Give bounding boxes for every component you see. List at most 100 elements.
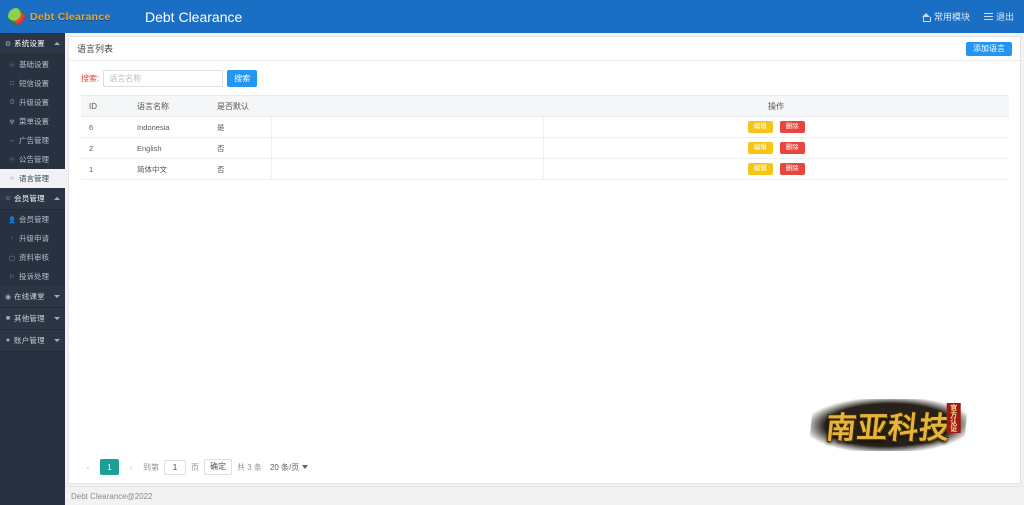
sidebar-item-profile-review[interactable]: ▢ 资料审核 xyxy=(0,248,65,267)
cell-is-default: 是 xyxy=(209,116,272,138)
column-header-operations: 操作 xyxy=(543,95,1009,117)
sidebar-item-sms-settings[interactable]: □ 短信设置 xyxy=(0,74,65,93)
sidebar-item-basic-settings-label: 基础设置 xyxy=(19,60,49,69)
table-row: 2 English 否 编辑 删除 xyxy=(81,137,1009,159)
goto-page-input[interactable] xyxy=(164,459,186,475)
search-input[interactable] xyxy=(103,70,224,87)
chevron-down-icon xyxy=(54,317,60,320)
pagination-prev-button[interactable]: ‹ xyxy=(81,459,95,475)
sidebar-item-sms-settings-label: 短信设置 xyxy=(19,79,49,88)
header-nav-modules-label: 常用模块 xyxy=(933,12,970,22)
edit-button[interactable]: 编辑 xyxy=(747,120,773,134)
goto-suffix-label: 页 xyxy=(191,462,199,472)
sidebar-group-system-label: 系统设置 xyxy=(14,39,45,48)
sidebar-item-ad-management[interactable]: ↔ 广告管理 xyxy=(0,131,65,150)
sidebar-item-ad-management-label: 广告管理 xyxy=(19,136,49,145)
page-size-select[interactable]: 20 条/页 xyxy=(266,459,312,475)
sidebar-item-language-management[interactable]: ○ 语言管理 xyxy=(0,169,65,188)
cell-is-default: 否 xyxy=(209,158,272,180)
table-row: 6 Indonesia 是 编辑 删除 xyxy=(81,116,1009,138)
sidebar-group-system[interactable]: ⚙ 系统设置 xyxy=(0,33,65,55)
chevron-up-icon xyxy=(54,197,60,200)
sidebar-item-menu-settings[interactable]: ☢ 菜单设置 xyxy=(0,112,65,131)
delete-button[interactable]: 删除 xyxy=(779,120,805,134)
sidebar-item-member-management-label: 会员管理 xyxy=(19,215,49,224)
pagination-next-button[interactable]: › xyxy=(124,459,138,475)
chevron-down-icon xyxy=(54,339,60,342)
gear-icon: ☉ xyxy=(9,61,15,69)
sidebar-group-member[interactable]: ☺ 会员管理 xyxy=(0,188,65,210)
column-header-id: ID xyxy=(81,95,129,117)
chevron-down-icon xyxy=(302,465,309,469)
delete-button[interactable]: 删除 xyxy=(779,141,805,155)
ad-icon: ↔ xyxy=(8,137,16,144)
sidebar-group-other-label: 其他管理 xyxy=(14,314,45,323)
header-nav: 常用模块 退出 xyxy=(921,10,1024,23)
arrow-up-icon: ↑ xyxy=(10,235,14,242)
people-icon: 👤 xyxy=(8,216,17,224)
cell-blank xyxy=(271,137,544,159)
sidebar-group-account[interactable]: ● 账户管理 xyxy=(0,330,65,352)
sidebar-group-online-class[interactable]: ◉ 在线课堂 xyxy=(0,286,65,308)
sidebar-item-upgrade-request[interactable]: ↑ 升级申请 xyxy=(0,229,65,248)
page-title: Debt Clearance xyxy=(145,8,243,25)
chevron-down-icon xyxy=(54,295,60,298)
add-language-button[interactable]: 添加语言 xyxy=(966,41,1012,56)
edit-button[interactable]: 编辑 xyxy=(747,141,773,155)
search-label: 搜索: xyxy=(81,74,100,83)
sidebar-item-member-management[interactable]: 👤 会员管理 xyxy=(0,210,65,229)
sidebar-item-upgrade-settings-label: 升级设置 xyxy=(19,98,49,107)
language-table: ID 语言名称 是否默认 操作 6 Indonesia 是 编辑 删除 2 En… xyxy=(81,95,1009,180)
language-list-panel: 语言列表 添加语言 搜索: 搜索 ID 语言名称 是否默认 操作 xyxy=(68,36,1021,484)
sidebar-group-account-label: 账户管理 xyxy=(14,336,45,345)
cell-operations: 编辑 删除 xyxy=(543,137,1009,159)
total-count-label: 共 3 条 xyxy=(237,462,262,472)
goto-confirm-button[interactable]: 确定 xyxy=(204,459,232,475)
cell-name: 简体中文 xyxy=(129,158,209,180)
page-size-label: 20 条/页 xyxy=(269,462,300,472)
brand-logo[interactable]: Debt Clearance xyxy=(0,0,131,33)
top-header: Debt Clearance Debt Clearance 常用模块 退出 xyxy=(0,0,1024,33)
cell-id: 2 xyxy=(81,137,129,159)
search-button[interactable]: 搜索 xyxy=(227,70,258,87)
panel-header: 语言列表 添加语言 xyxy=(69,37,1020,61)
sidebar-submenu-system: ☉ 基础设置 □ 短信设置 ⏱ 升级设置 ☢ 菜单设置 ↔ 广告管理 ☉ 公告管… xyxy=(0,55,65,188)
flag-icon: ⚐ xyxy=(9,273,15,281)
header-nav-modules[interactable]: 常用模块 xyxy=(921,10,970,23)
footer-text: Debt Clearance@2022 xyxy=(71,491,153,501)
sidebar-item-notice-management[interactable]: ☉ 公告管理 xyxy=(0,150,65,169)
chevron-up-icon xyxy=(54,42,60,45)
sidebar-submenu-member: 👤 会员管理 ↑ 升级申请 ▢ 资料审核 ⚐ 投诉处理 xyxy=(0,210,65,286)
header-nav-logout-label: 退出 xyxy=(995,12,1014,22)
pagination-page-1[interactable]: 1 xyxy=(100,459,119,475)
table-header-row: ID 语言名称 是否默认 操作 xyxy=(81,95,1009,117)
bell-icon: ☉ xyxy=(9,156,15,164)
sidebar-group-member-label: 会员管理 xyxy=(14,194,45,203)
globe-icon: ○ xyxy=(10,175,14,182)
sidebar-item-menu-settings-label: 菜单设置 xyxy=(19,117,49,126)
search-bar: 搜索: 搜索 xyxy=(69,61,1020,95)
sidebar-item-profile-review-label: 资料审核 xyxy=(19,253,49,262)
menu-icon: ☢ xyxy=(9,118,15,126)
sidebar-item-upgrade-settings[interactable]: ⏱ 升级设置 xyxy=(0,93,65,112)
table-row: 1 简体中文 否 编辑 删除 xyxy=(81,158,1009,180)
app-root: Debt Clearance Debt Clearance 常用模块 退出 ⚙ … xyxy=(0,0,1024,505)
cell-is-default: 否 xyxy=(209,137,272,159)
doc-icon: ▢ xyxy=(8,254,16,262)
edit-button[interactable]: 编辑 xyxy=(747,162,773,176)
home-icon xyxy=(921,12,932,22)
sidebar-item-complaint-handling[interactable]: ⚐ 投诉处理 xyxy=(0,267,65,286)
play-icon: ◉ xyxy=(4,293,12,301)
sidebar-item-complaint-handling-label: 投诉处理 xyxy=(19,272,49,281)
sidebar-item-language-management-label: 语言管理 xyxy=(19,174,49,183)
panel-title: 语言列表 xyxy=(77,44,114,54)
sidebar-item-basic-settings[interactable]: ☉ 基础设置 xyxy=(0,55,65,74)
circle-icon: ● xyxy=(5,337,11,344)
delete-button[interactable]: 删除 xyxy=(779,162,805,176)
user-icon: ☺ xyxy=(4,195,12,202)
sidebar-group-other[interactable]: ■ 其他管理 xyxy=(0,308,65,330)
header-nav-logout[interactable]: 退出 xyxy=(983,10,1014,23)
cell-id: 6 xyxy=(81,116,129,138)
sidebar-group-online-class-label: 在线课堂 xyxy=(14,292,45,301)
goto-prefix-label: 到第 xyxy=(143,462,159,472)
